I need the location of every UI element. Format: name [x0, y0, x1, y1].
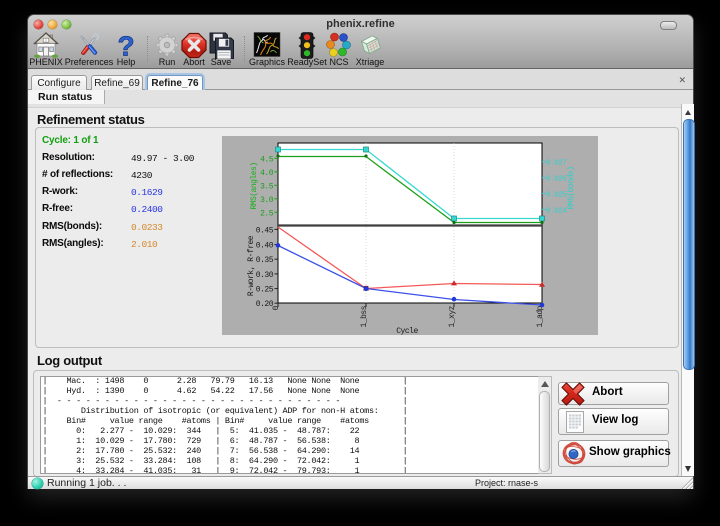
svg-text:0.027: 0.027: [546, 160, 567, 168]
svg-text:0.025: 0.025: [546, 192, 567, 200]
svg-text:0.20: 0.20: [256, 300, 274, 309]
svg-text:0.30: 0.30: [256, 271, 274, 280]
svg-text:0.026: 0.026: [546, 176, 567, 184]
svg-text:3.0: 3.0: [260, 196, 274, 205]
svg-text:0.40: 0.40: [256, 242, 274, 251]
svg-text:3.5: 3.5: [260, 182, 274, 191]
svg-text:0.45: 0.45: [256, 226, 274, 235]
svg-text:Cycle: Cycle: [396, 327, 418, 335]
svg-text:RMS(angles): RMS(angles): [250, 162, 259, 209]
svg-text:1_bss: 1_bss: [360, 305, 369, 327]
svg-text:0.024: 0.024: [546, 207, 567, 215]
svg-text:1_xyz: 1_xyz: [448, 305, 457, 327]
svg-text:4.0: 4.0: [260, 169, 274, 178]
svg-text:0.25: 0.25: [256, 286, 274, 295]
svg-text:0.35: 0.35: [256, 256, 274, 265]
svg-text:0: 0: [272, 305, 281, 310]
svg-text:?: ?: [117, 32, 134, 59]
svg-text:1_adp: 1_adp: [536, 305, 545, 327]
svg-text:R-work, R-free: R-work, R-free: [247, 235, 256, 296]
svg-text:RMS(bonds): RMS(bonds): [567, 166, 576, 209]
svg-text:4.5: 4.5: [260, 155, 274, 164]
svg-text:2.5: 2.5: [260, 209, 274, 218]
